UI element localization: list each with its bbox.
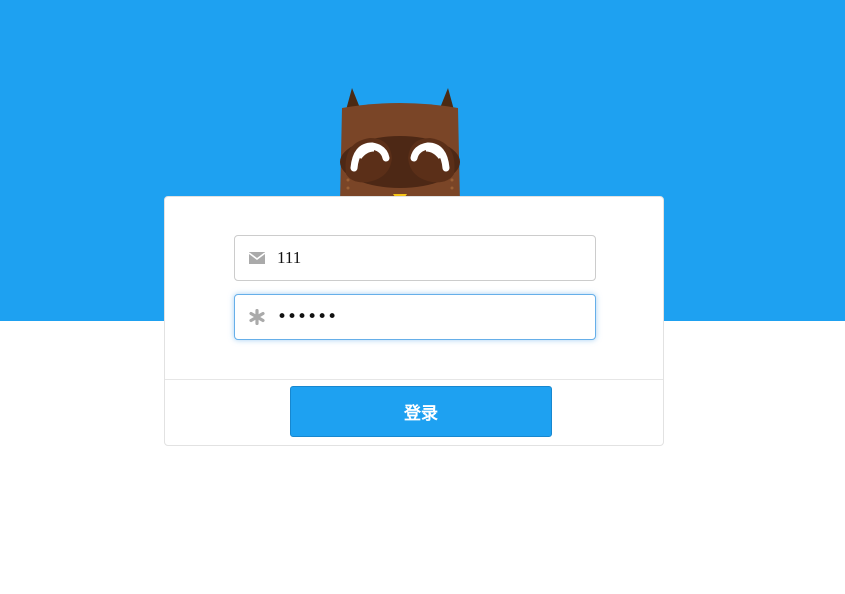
card-divider — [165, 379, 663, 380]
email-input[interactable] — [277, 244, 577, 272]
owl-mascot-icon — [340, 88, 460, 204]
password-field[interactable] — [234, 294, 596, 340]
login-button[interactable]: 登录 — [290, 386, 552, 437]
asterisk-icon — [249, 309, 265, 325]
password-input[interactable] — [277, 303, 577, 331]
envelope-icon — [248, 252, 266, 264]
email-field[interactable] — [234, 235, 596, 281]
login-card: 登录 — [164, 196, 664, 446]
login-page: 登录 — [0, 0, 845, 594]
